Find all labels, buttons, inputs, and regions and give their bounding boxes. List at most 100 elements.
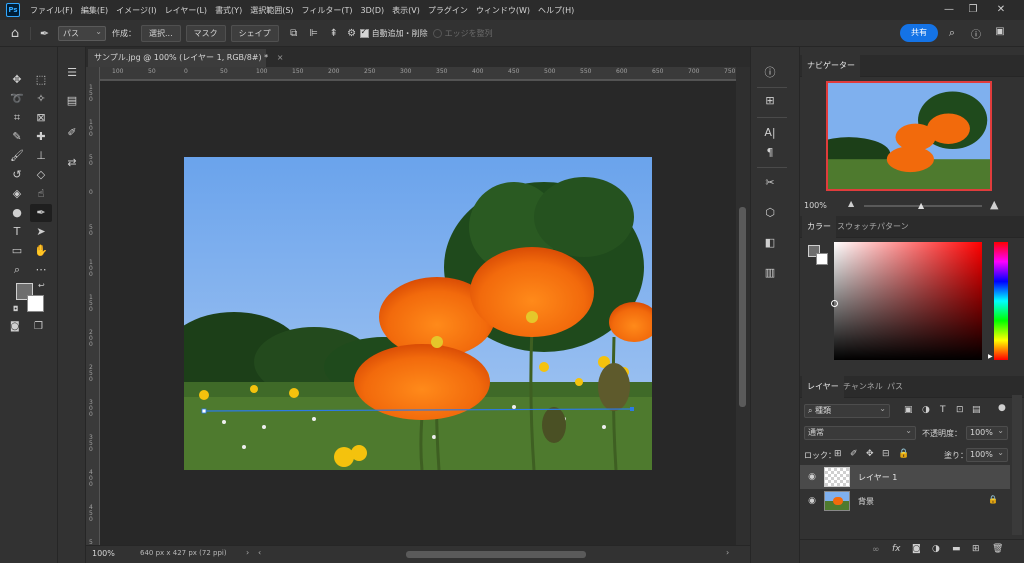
hue-slider-handle[interactable]: ▶ <box>988 353 993 360</box>
dodge-tool-icon[interactable]: ● <box>6 204 28 222</box>
ruler-left[interactable]: 15010050050100150200250300350400450500 <box>86 67 100 558</box>
swap-colors-icon[interactable]: ↩ <box>38 281 45 290</box>
type-tool-icon[interactable]: T <box>6 223 28 241</box>
zoom-level[interactable]: 100% <box>92 549 115 558</box>
eyedropper-tool-icon[interactable]: ✎ <box>6 128 28 146</box>
document-tab[interactable]: サンプル.jpg @ 100% (レイヤー 1, RGB/8#) * × <box>88 49 283 67</box>
tab-paths[interactable]: パス <box>882 376 908 398</box>
horizontal-scroll-thumb[interactable] <box>406 551 586 558</box>
paragraph-icon[interactable]: ¶ <box>757 143 783 163</box>
add-mask-icon[interactable]: ◙ <box>912 544 921 554</box>
path-alignment-icon[interactable]: ⊫ <box>304 28 324 39</box>
filter-adjustment-icon[interactable]: ◑ <box>922 405 930 415</box>
minimize-button[interactable]: — <box>938 0 960 20</box>
eraser-tool-icon[interactable]: ◇ <box>30 166 52 184</box>
opacity-input[interactable]: 100% <box>966 425 1008 440</box>
close-button[interactable]: ✕ <box>990 0 1012 20</box>
menu-image[interactable]: イメージ(I) <box>112 5 160 16</box>
hue-slider[interactable] <box>994 242 1008 360</box>
layer-comps-icon[interactable]: ⊞ <box>757 91 783 111</box>
status-chevron-icon[interactable]: › <box>246 548 249 557</box>
menu-select[interactable]: 選択範囲(S) <box>246 5 297 16</box>
tab-channels[interactable]: チャンネル <box>838 376 888 398</box>
lock-all-icon[interactable]: 🔒 <box>898 449 909 459</box>
search-icon[interactable]: ⌕ <box>945 26 959 40</box>
menu-edit[interactable]: 編集(E) <box>77 5 112 16</box>
color-background-swatch[interactable] <box>816 253 828 265</box>
clone-source-icon[interactable]: ⇄ <box>64 155 80 171</box>
layer-kind-filter[interactable]: ⌕ 種類 <box>804 403 890 418</box>
pen-mode-select[interactable]: パス <box>58 25 106 41</box>
layers-scrollbar[interactable] <box>1012 395 1022 535</box>
menu-view[interactable]: 表示(V) <box>388 5 424 16</box>
quick-mask-icon[interactable]: ◙ <box>10 321 20 332</box>
filter-shape-icon[interactable]: ⊡ <box>956 405 964 415</box>
history-brush-tool-icon[interactable]: ↺ <box>6 166 28 184</box>
menu-filter[interactable]: フィルター(T) <box>298 5 357 16</box>
make-shape-button[interactable]: シェイプ <box>230 24 279 42</box>
filter-smart-object-icon[interactable]: ▤ <box>972 405 981 415</box>
lock-position-icon[interactable]: ✥ <box>866 449 874 459</box>
path-arrangement-icon[interactable]: ⇞ <box>324 28 344 39</box>
ruler-top[interactable]: 100 50 0 50 100 150 200 250 300 350 400 450 500 550 60… <box>100 67 736 80</box>
lock-pixels-icon[interactable]: ✐ <box>850 449 858 459</box>
menu-layer[interactable]: レイヤー(L) <box>161 5 211 16</box>
color-picker-cursor[interactable] <box>831 300 838 307</box>
libraries-icon[interactable]: ▤ <box>64 93 80 109</box>
help-icon[interactable]: ⓘ <box>969 26 983 41</box>
new-layer-icon[interactable]: ⊞ <box>972 544 980 554</box>
layer-effects-icon[interactable]: fx <box>892 544 901 554</box>
tab-color[interactable]: カラー <box>802 216 836 238</box>
hand-tool-icon[interactable]: ✋ <box>30 242 52 260</box>
color-picker-field[interactable] <box>831 242 982 360</box>
properties-icon[interactable]: ☰ <box>64 65 80 81</box>
more-tools-icon[interactable]: ⋯ <box>30 261 52 279</box>
rectangle-tool-icon[interactable]: ▭ <box>6 242 28 260</box>
clone-stamp-tool-icon[interactable]: ⊥ <box>30 147 52 165</box>
scroll-right-icon[interactable]: › <box>726 548 729 557</box>
zoom-out-icon[interactable]: ▲ <box>848 199 854 208</box>
layer-lock-icon[interactable]: 🔒 <box>988 495 998 504</box>
adjustments-icon[interactable]: ◧ <box>757 233 783 253</box>
marquee-tool-icon[interactable]: ⬚ <box>30 71 52 89</box>
move-tool-icon[interactable]: ✥ <box>6 71 28 89</box>
gradients-icon[interactable]: ▥ <box>757 263 783 283</box>
delete-layer-icon[interactable]: 🗑 <box>992 544 1003 554</box>
healing-brush-tool-icon[interactable]: ✚ <box>30 128 52 146</box>
make-mask-button[interactable]: マスク <box>185 24 226 42</box>
tab-patterns[interactable]: パターン <box>872 216 914 238</box>
tab-navigator[interactable]: ナビゲーター <box>802 55 860 77</box>
smudge-tool-icon[interactable]: ☝ <box>30 185 52 203</box>
make-selection-button[interactable]: 選択... <box>141 24 181 42</box>
menu-help[interactable]: ヘルプ(H) <box>534 5 578 16</box>
screen-mode-icon[interactable]: ❐ <box>34 321 43 332</box>
filter-toggle-icon[interactable]: ● <box>998 403 1006 413</box>
tools-customize-icon[interactable]: ✂ <box>757 173 783 193</box>
default-colors-icon[interactable]: ◘ <box>13 305 19 313</box>
navigator-preview[interactable] <box>826 81 992 191</box>
layer-name[interactable]: 背景 <box>858 496 874 507</box>
info-icon[interactable]: ⓘ <box>757 63 783 83</box>
lasso-tool-icon[interactable]: ➰ <box>6 90 28 108</box>
restore-button[interactable]: ❐ <box>962 0 984 20</box>
filter-pixel-icon[interactable]: ▣ <box>904 405 913 415</box>
new-adjustment-layer-icon[interactable]: ◑ <box>932 544 940 554</box>
lock-artboard-icon[interactable]: ⊟ <box>882 449 890 459</box>
scroll-left-icon[interactable]: ‹ <box>258 548 261 557</box>
navigator-zoom[interactable]: 100% <box>804 201 827 210</box>
pen-tool-preset-icon[interactable]: ✒ <box>30 26 58 40</box>
home-icon[interactable]: ⌂ <box>0 26 30 41</box>
fill-input[interactable]: 100% <box>966 447 1008 462</box>
photoshop-logo-icon[interactable]: Ps <box>6 3 20 17</box>
blend-mode-select[interactable]: 通常 <box>804 425 916 440</box>
lock-transparency-icon[interactable]: ⊞ <box>834 449 842 459</box>
zoom-tool-icon[interactable]: ⌕ <box>6 261 28 279</box>
visibility-eye-icon[interactable]: ◉ <box>807 496 817 506</box>
menu-plugins[interactable]: プラグイン <box>424 5 472 16</box>
vertical-scroll-thumb[interactable] <box>739 207 746 407</box>
layer-name[interactable]: レイヤー 1 <box>858 472 897 483</box>
close-tab-icon[interactable]: × <box>277 53 284 62</box>
magic-wand-tool-icon[interactable]: ✧ <box>30 90 52 108</box>
path-operations-icon[interactable]: ⧉ <box>284 28 304 39</box>
share-button[interactable]: 共有 <box>900 24 938 42</box>
